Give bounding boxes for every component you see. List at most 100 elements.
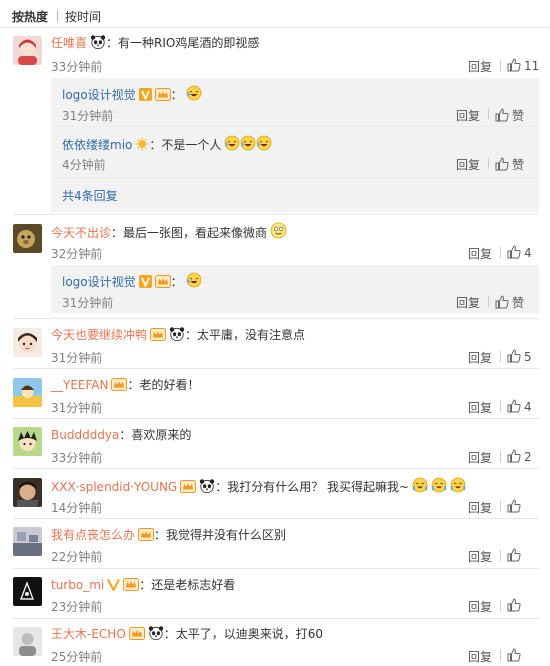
avatar[interactable] xyxy=(13,36,42,65)
comment-username[interactable]: __YEEFAN xyxy=(51,378,108,392)
comment-text-line: 今天也要继续冲鸭 ：太平庸，没有注意点 xyxy=(51,327,305,343)
comment-divider xyxy=(13,214,539,215)
like-button[interactable] xyxy=(507,548,524,564)
comment-text: ：太平了，以迪奥来说，打60 xyxy=(163,627,324,641)
reply-button[interactable]: 回复 xyxy=(468,58,492,75)
reply-username[interactable]: 依依缕缕mio xyxy=(62,138,132,152)
like-count: 4 xyxy=(524,246,532,260)
avatar[interactable] xyxy=(13,378,42,407)
tab-by-hotness[interactable]: 按热度 xyxy=(12,8,48,25)
reply-button[interactable]: 回复 xyxy=(468,399,492,416)
reply-button[interactable]: 回复 xyxy=(468,499,492,516)
reply-text-line: logo设计视觉 ： xyxy=(62,85,202,103)
like-button[interactable] xyxy=(507,598,524,614)
like-button[interactable]: 4 xyxy=(507,245,532,261)
comment-username[interactable]: Budddddya xyxy=(51,428,119,442)
reply-text: ： xyxy=(170,88,183,102)
avatar[interactable] xyxy=(13,577,42,606)
verified-v-icon xyxy=(107,578,121,591)
action-divider xyxy=(488,296,489,307)
laughing-emoji-icon xyxy=(186,85,202,101)
avatar[interactable] xyxy=(13,627,42,656)
comment-text: ：还是老标志好看 xyxy=(139,578,236,592)
reply-button[interactable]: 回复 xyxy=(468,449,492,466)
crown-badge-icon xyxy=(128,627,145,640)
action-divider xyxy=(488,109,489,120)
crown-badge-icon xyxy=(138,528,155,541)
comment-text-line: __YEEFAN ：老的好看！ xyxy=(51,377,200,393)
laughing-emoji-icon xyxy=(240,135,256,151)
like-label: 赞 xyxy=(512,109,525,123)
reply-username[interactable]: logo设计视觉 xyxy=(62,275,136,289)
comment-username[interactable]: 任唯喜 xyxy=(51,36,87,50)
action-divider xyxy=(500,351,501,362)
reply-button[interactable]: 回复 xyxy=(468,598,492,615)
reply-button[interactable]: 回复 xyxy=(468,648,492,665)
comment-username[interactable]: turbo_mi xyxy=(51,578,104,592)
avatar[interactable] xyxy=(13,478,42,507)
reply-username[interactable]: logo设计视觉 xyxy=(62,88,136,102)
action-divider xyxy=(500,650,501,661)
thumbs-up-icon xyxy=(507,399,521,413)
avatar[interactable] xyxy=(13,224,42,253)
laughing-emoji-icon xyxy=(224,135,240,151)
panda-icon xyxy=(148,626,164,640)
like-button[interactable]: 赞 xyxy=(495,107,524,123)
comment-divider xyxy=(13,568,539,569)
reply-text-line: 依依缕缕mio ：不是一个人 xyxy=(62,135,272,153)
comment-time: 32分钟前 xyxy=(51,247,103,261)
reply-button[interactable]: 回复 xyxy=(456,294,480,311)
like-button[interactable]: 4 xyxy=(507,399,532,415)
comment-time: 23分钟前 xyxy=(51,600,103,614)
reply-time: 4分钟前 xyxy=(62,158,106,172)
like-button[interactable]: 赞 xyxy=(495,156,524,172)
crying-laugh-emoji-icon xyxy=(450,477,466,493)
thumbs-up-icon xyxy=(507,58,521,72)
reply-text: ： xyxy=(170,275,183,289)
panda-icon xyxy=(199,479,215,493)
action-divider xyxy=(500,451,501,462)
like-button[interactable]: 11 xyxy=(507,58,539,74)
avatar[interactable] xyxy=(13,328,42,357)
reply-button[interactable]: 回复 xyxy=(468,245,492,262)
comment-divider xyxy=(13,618,539,619)
reply-button[interactable]: 回复 xyxy=(468,548,492,565)
smiling-emoji-icon xyxy=(270,222,287,239)
crown-badge-icon xyxy=(111,378,128,391)
thumbs-up-icon xyxy=(495,108,509,122)
avatar[interactable] xyxy=(13,527,42,556)
avatar[interactable] xyxy=(13,427,42,456)
like-button[interactable] xyxy=(507,648,524,664)
laughing-emoji-icon xyxy=(256,135,272,151)
more-replies-link[interactable]: 共4条回复 xyxy=(62,187,118,204)
crying-laugh-emoji-icon xyxy=(412,477,428,493)
reply-button[interactable]: 回复 xyxy=(456,107,480,124)
comment-username[interactable]: 今天也要继续冲鸭 xyxy=(51,328,147,342)
comment-username[interactable]: 我有点丧怎么办 xyxy=(51,528,135,542)
comment-divider xyxy=(13,518,539,519)
comment-text: ：有一种RIO鸡尾酒的即视感 xyxy=(106,36,260,50)
comment-text: ：喜欢原来的 xyxy=(119,428,192,442)
like-button[interactable]: 2 xyxy=(507,449,532,465)
reply-button[interactable]: 回复 xyxy=(468,349,492,366)
comment-username[interactable]: 今天不出诊 xyxy=(51,226,111,240)
comment-text-line: Budddddya：喜欢原来的 xyxy=(51,427,191,443)
comment-text: ：我打分有什么用？ 我买得起嘛我~ xyxy=(215,480,410,494)
sort-tabs: 按热度 按时间 xyxy=(0,0,550,27)
thumbs-up-icon xyxy=(495,295,509,309)
comment-username[interactable]: XXX·splendid·YOUNG xyxy=(51,480,177,494)
comment-time: 31分钟前 xyxy=(51,401,103,415)
thumbs-up-icon xyxy=(507,449,521,463)
thumbs-up-icon xyxy=(495,157,509,171)
verified-v-icon xyxy=(138,88,152,101)
like-button[interactable]: 赞 xyxy=(495,294,524,310)
comment-time: 33分钟前 xyxy=(51,451,103,465)
like-button[interactable] xyxy=(507,499,524,515)
like-button[interactable]: 5 xyxy=(507,349,532,365)
action-divider xyxy=(500,60,501,71)
action-divider xyxy=(500,247,501,258)
comment-username[interactable]: 王大木-ECHO xyxy=(51,627,126,641)
tab-by-time[interactable]: 按时间 xyxy=(65,8,101,25)
thumbs-up-icon xyxy=(507,648,521,662)
reply-button[interactable]: 回复 xyxy=(456,156,480,173)
